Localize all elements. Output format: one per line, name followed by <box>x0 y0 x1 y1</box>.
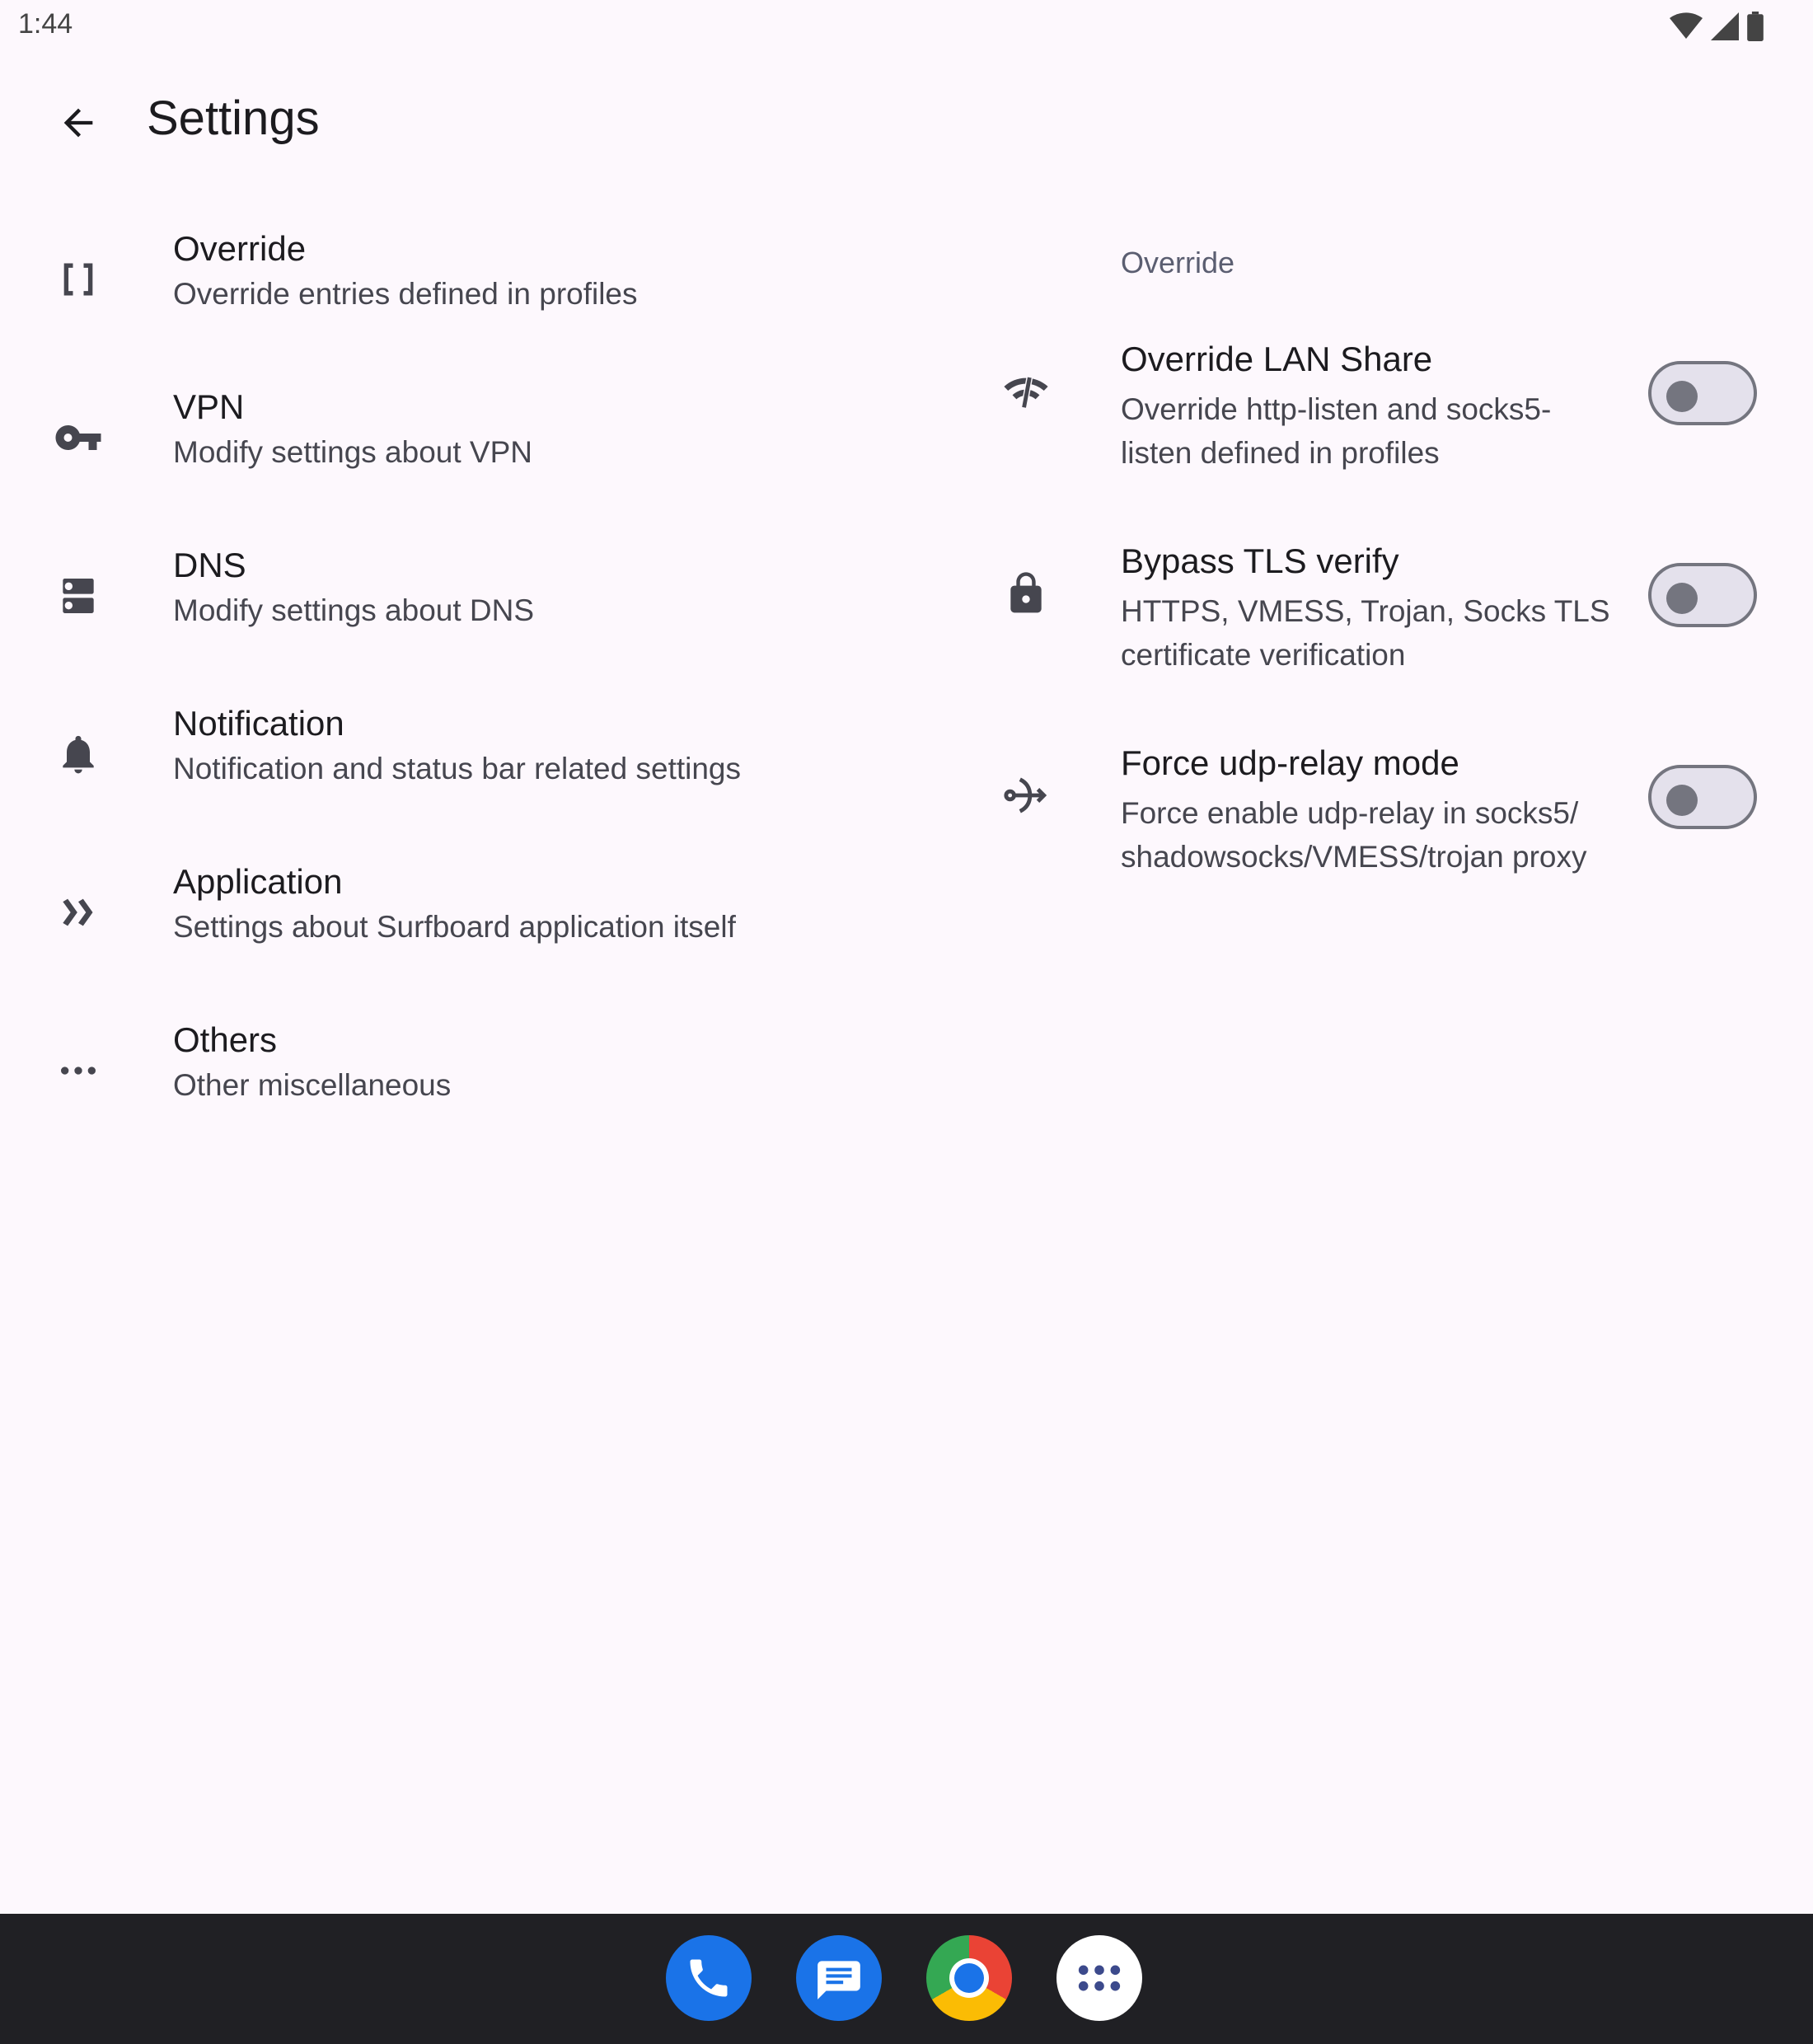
chrome-app[interactable] <box>926 1935 1012 2021</box>
page-title: Settings <box>147 91 320 145</box>
category-subtitle: Modify settings about DNS <box>173 593 535 627</box>
category-title: Override <box>173 229 307 268</box>
status-bar: 1:44 <box>0 0 1813 54</box>
key-icon <box>51 410 105 465</box>
chrome-icon <box>949 1958 989 1998</box>
double-chevron-icon <box>51 885 105 940</box>
category-subtitle: Modify settings about VPN <box>173 435 532 469</box>
setting-subtitle: HTTPS, VMESS, Trojan, Socks TLS certific… <box>1121 594 1610 672</box>
back-button[interactable] <box>51 96 105 150</box>
category-title: Application <box>173 862 343 901</box>
category-subtitle: Override entries defined in profiles <box>173 277 638 311</box>
bell-icon <box>51 727 105 781</box>
more-horiz-icon <box>51 1043 105 1098</box>
category-title: Notification <box>173 704 344 743</box>
brackets-icon <box>51 252 105 307</box>
bypass-tls-verify-toggle[interactable] <box>1648 563 1757 627</box>
app-dock <box>666 1935 1142 2021</box>
app-drawer[interactable] <box>1056 1935 1142 2021</box>
wifi-share-icon <box>999 364 1053 419</box>
category-others[interactable]: Others Other miscellaneous <box>0 1002 948 1160</box>
apps-grid-icon <box>1078 1965 1121 1991</box>
category-title: Others <box>173 1020 278 1059</box>
setting-subtitle: Override http-listen and socks5-listen d… <box>1121 392 1552 470</box>
category-subtitle: Other miscellaneous <box>173 1068 452 1102</box>
category-application[interactable]: Application Settings about Surfboard app… <box>0 844 948 1002</box>
category-subtitle: Settings about Surfboard application its… <box>173 910 736 944</box>
category-override[interactable]: Override Override entries defined in pro… <box>0 211 948 369</box>
override-lan-share-toggle[interactable] <box>1648 361 1757 425</box>
arrow-back-icon <box>63 108 93 138</box>
settings-category-list: Override Override entries defined in pro… <box>0 211 948 1160</box>
dns-icon <box>51 569 105 623</box>
category-notification[interactable]: Notification Notification and status bar… <box>0 686 948 844</box>
category-vpn[interactable]: VPN Modify settings about VPN <box>0 369 948 527</box>
phone-app[interactable] <box>666 1935 752 2021</box>
section-header: Override <box>1121 246 1235 279</box>
battery-icon <box>1747 12 1764 41</box>
category-subtitle: Notification and status bar related sett… <box>173 752 741 785</box>
messages-app[interactable] <box>796 1935 882 2021</box>
category-title: DNS <box>173 546 246 584</box>
lock-icon <box>999 566 1053 621</box>
setting-bypass-tls-verify[interactable]: Bypass TLS verify HTTPS, VMESS, Trojan, … <box>981 541 1813 731</box>
category-title: VPN <box>173 387 245 426</box>
relay-icon <box>999 768 1053 823</box>
setting-override-lan-share[interactable]: Override LAN Share Override http-listen … <box>981 340 1813 529</box>
setting-title: Bypass TLS verify <box>1121 541 1399 580</box>
toggle-knob <box>1666 583 1698 614</box>
toggle-knob <box>1666 381 1698 412</box>
force-udp-relay-toggle[interactable] <box>1648 765 1757 829</box>
messages-icon <box>817 1961 860 1999</box>
wifi-icon <box>1670 12 1703 40</box>
phone-icon <box>690 1959 728 1997</box>
status-time: 1:44 <box>18 8 73 40</box>
setting-force-udp-relay[interactable]: Force udp-relay mode Force enable udp-re… <box>981 743 1813 933</box>
setting-title: Override LAN Share <box>1121 340 1433 378</box>
cell-signal-icon <box>1711 12 1739 40</box>
setting-title: Force udp-relay mode <box>1121 743 1459 782</box>
system-nav-bar <box>0 1914 1813 2044</box>
app-bar: Settings <box>0 54 1813 195</box>
setting-subtitle: Force enable udp-relay in socks5/ shadow… <box>1121 796 1587 874</box>
category-dns[interactable]: DNS Modify settings about DNS <box>0 527 948 686</box>
toggle-knob <box>1666 785 1698 816</box>
